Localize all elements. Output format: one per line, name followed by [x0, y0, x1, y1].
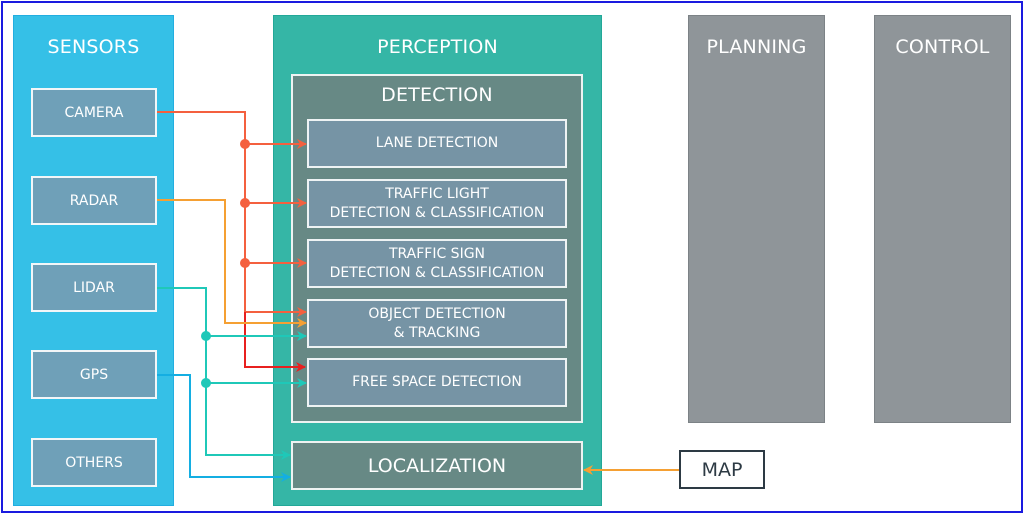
lidar-junction-dot	[201, 378, 211, 388]
radar-to-object-arrow	[157, 199, 307, 328]
camera-junction-dot	[240, 198, 250, 208]
gps-to-localization-arrow	[157, 374, 291, 482]
connection-wires	[157, 111, 679, 482]
camera-wire-trunk	[157, 111, 246, 312]
camera-junction-dot	[240, 258, 250, 268]
lidar-junction-dot	[201, 331, 211, 341]
camera-to-free-space-arrow	[244, 312, 306, 372]
camera-junction-dot	[240, 139, 250, 149]
lidar-wire-trunk	[157, 287, 291, 460]
